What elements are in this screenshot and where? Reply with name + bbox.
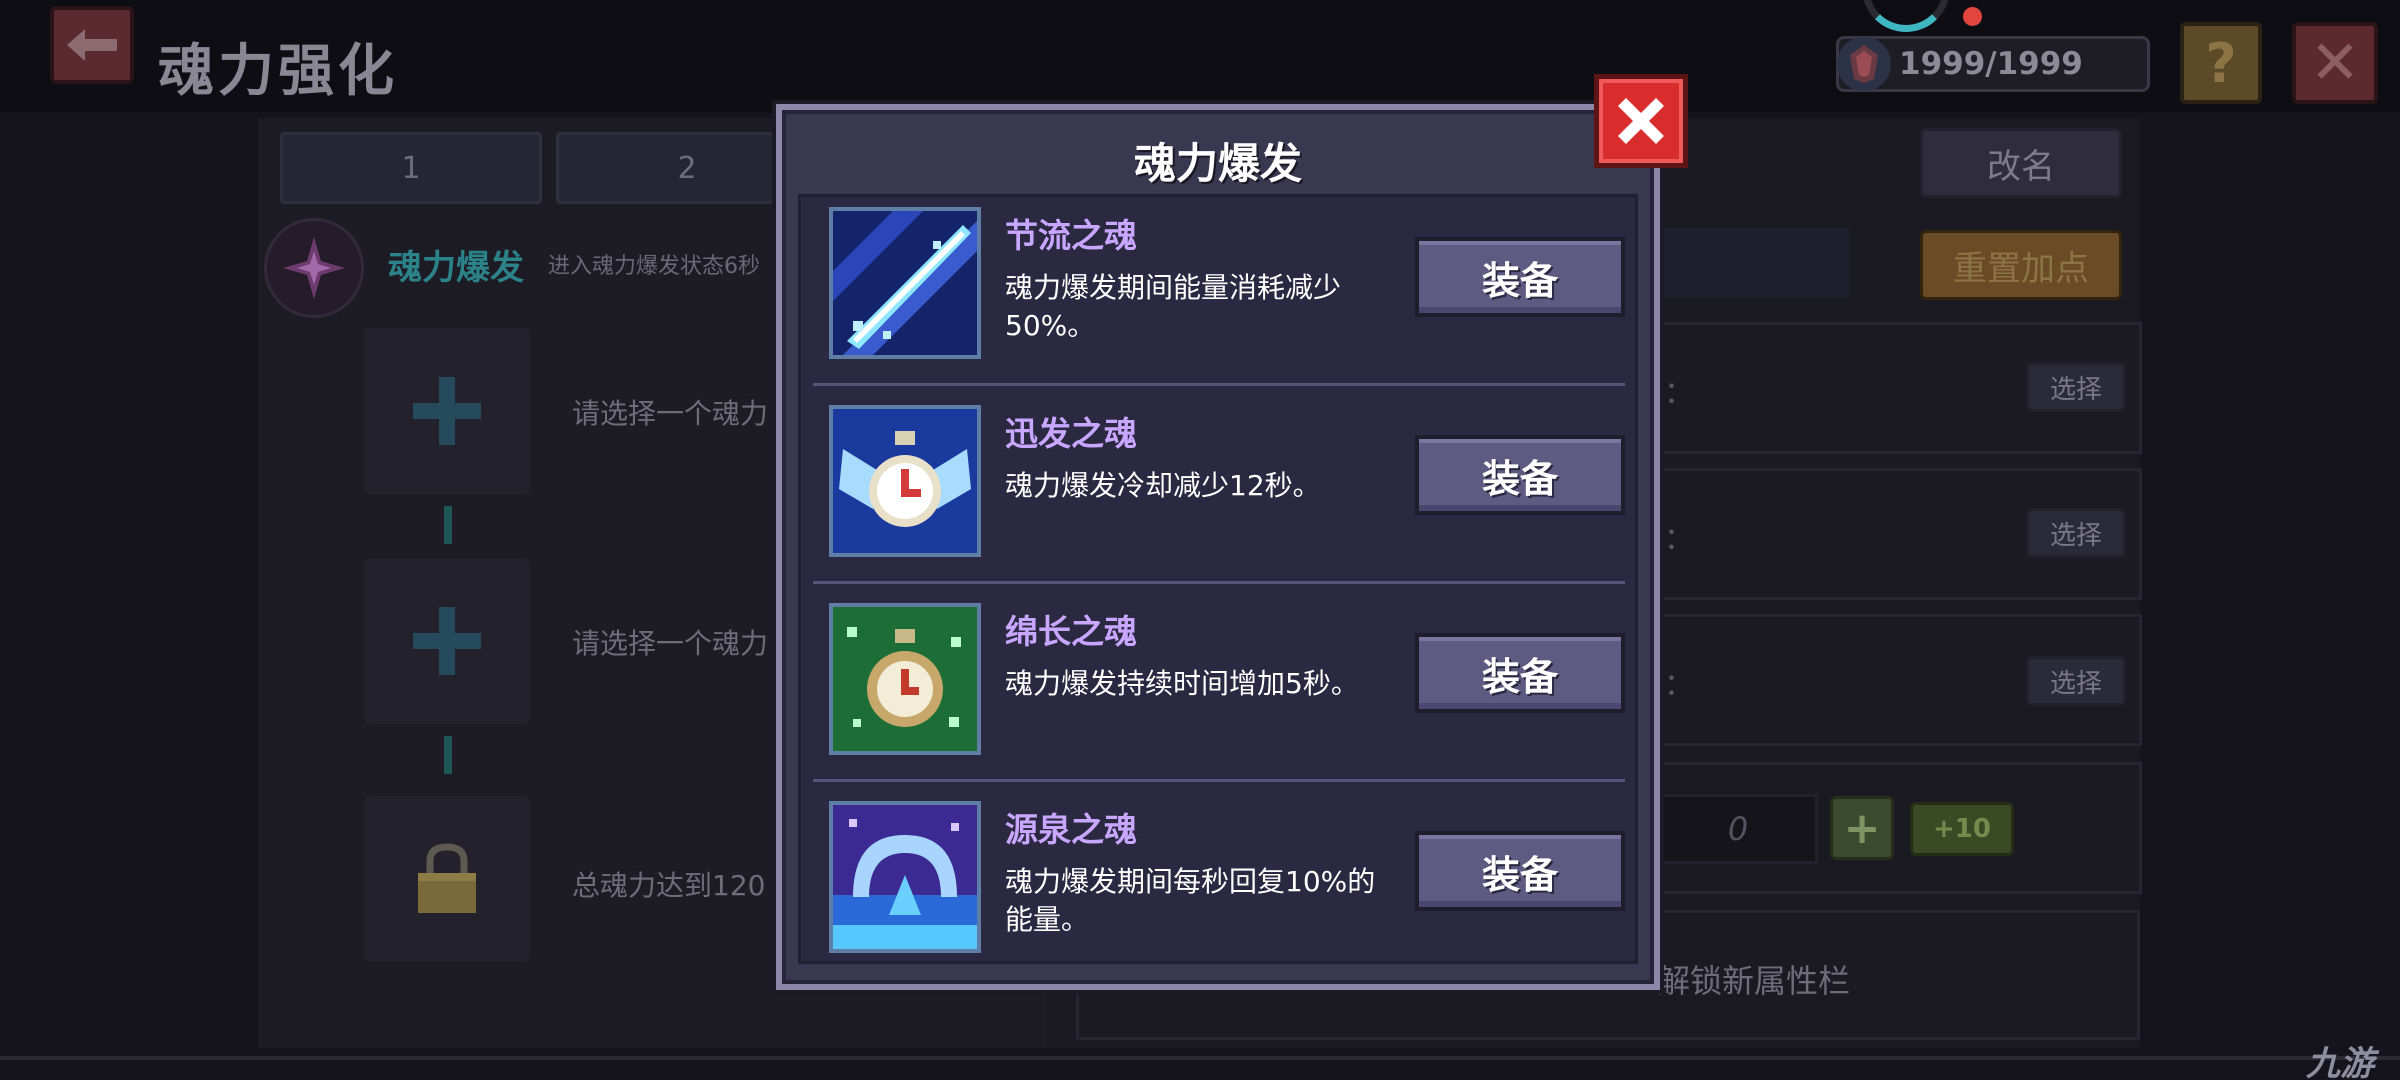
close-screen-button[interactable]: ✕	[2292, 22, 2378, 104]
soul-slot-2[interactable]	[364, 558, 530, 724]
close-icon	[1618, 98, 1664, 144]
notification-dot	[1963, 7, 1982, 26]
row-divider	[813, 383, 1625, 386]
reset-points-button[interactable]: 重置加点	[1920, 230, 2122, 300]
skill-row: 源泉之魂 魂力爆发期间每秒回复10%的能量。 装备	[813, 791, 1625, 987]
soul-burst-description: 进入魂力爆发状态6秒	[548, 254, 760, 279]
equip-button[interactable]: 装备	[1415, 237, 1625, 317]
add-icon	[413, 607, 481, 675]
equip-button[interactable]: 装备	[1415, 633, 1625, 713]
row-divider	[813, 581, 1625, 584]
green-stopwatch-icon	[829, 603, 981, 755]
soul-slot-3-text: 总魂力达到120	[572, 869, 766, 902]
skill-description: 魂力爆发冷却减少12秒。	[1005, 469, 1321, 502]
skill-row: 节流之魂 魂力爆发期间能量消耗减少50%。 装备	[813, 197, 1625, 393]
skill-description: 魂力爆发期间每秒回复10%的能量。	[1005, 865, 1376, 936]
skill-row: 迅发之魂 魂力爆发冷却减少12秒。 装备	[813, 395, 1625, 591]
page-title: 魂力强化	[158, 39, 398, 104]
watermark: 九游	[2306, 1044, 2374, 1080]
rename-button[interactable]: 改名	[1920, 128, 2122, 198]
slot-connector	[444, 736, 452, 774]
soul-burst-label: 魂力爆发	[388, 248, 524, 288]
winged-stopwatch-icon	[829, 405, 981, 557]
add-point-button[interactable]: +	[1830, 796, 1894, 860]
select-button-3[interactable]: 选择	[2026, 656, 2126, 706]
add-icon	[413, 377, 481, 445]
equip-button[interactable]: 装备	[1415, 831, 1625, 911]
sword-slash-icon	[829, 207, 981, 359]
soul-burst-emblem-icon	[264, 218, 364, 318]
back-arrow-icon	[67, 29, 117, 61]
soul-gem-icon	[1837, 37, 1891, 91]
select-button-2[interactable]: 选择	[2026, 508, 2126, 558]
soul-slot-3-locked	[364, 796, 530, 962]
equip-button[interactable]: 装备	[1415, 435, 1625, 515]
unlock-row-text: 解锁新属性栏	[1658, 962, 1851, 1000]
skill-name: 源泉之魂	[1005, 810, 1137, 849]
row-divider	[813, 779, 1625, 782]
soul-slot-2-text: 请选择一个魂力	[572, 627, 769, 660]
modal-title: 魂力爆发	[1133, 139, 1302, 188]
skill-description: 魂力爆发期间能量消耗减少50%。	[1005, 271, 1342, 342]
attribute-row-colon: ：	[1664, 376, 1694, 411]
help-button[interactable]: ?	[2180, 22, 2262, 104]
bottom-divider	[0, 1056, 2400, 1060]
skill-name: 迅发之魂	[1005, 414, 1137, 453]
skill-description: 魂力爆发持续时间增加5秒。	[1005, 667, 1359, 700]
soul-burst-bar	[1640, 228, 1850, 298]
attribute-row-colon: ：	[1664, 668, 1694, 703]
skill-list: 节流之魂 魂力爆发期间能量消耗减少50%。 装备 迅发之魂 魂力爆发冷却减少12…	[798, 194, 1638, 964]
soul-slot-1[interactable]	[364, 328, 530, 494]
lock-icon	[418, 843, 476, 913]
soul-burst-modal: 魂力爆发 节流之魂 魂力爆发期间能量消耗减少50%。 装备 迅发之魂 魂力爆发冷…	[776, 104, 1660, 990]
point-input[interactable]: 0	[1658, 794, 1818, 864]
soul-currency-display: 1999/1999	[1836, 36, 2150, 92]
select-button-1[interactable]: 选择	[2026, 362, 2126, 412]
skill-name: 绵长之魂	[1005, 612, 1137, 651]
skill-row: 绵长之魂 魂力爆发持续时间增加5秒。 装备	[813, 593, 1625, 789]
skill-name: 节流之魂	[1005, 216, 1137, 255]
add-ten-points-button[interactable]: +10	[1910, 802, 2014, 856]
soul-currency-value: 1999/1999	[1899, 46, 2083, 82]
modal-close-button[interactable]	[1594, 74, 1688, 168]
fountain-icon	[829, 801, 981, 953]
tab-1[interactable]: 1	[280, 132, 542, 204]
back-button[interactable]	[50, 6, 134, 84]
slot-connector	[444, 506, 452, 544]
soul-slot-1-text: 请选择一个魂力	[572, 397, 769, 430]
attribute-row-colon: ：	[1664, 522, 1694, 557]
